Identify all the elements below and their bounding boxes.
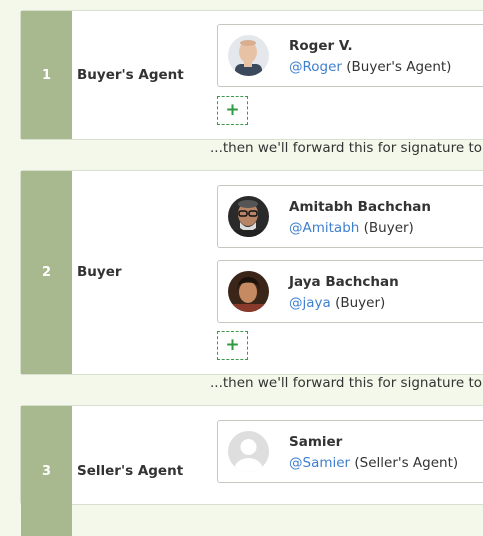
signer-avatar [228,271,269,312]
signer-handle-link[interactable]: @jaya [289,295,331,311]
signing-step-2: 2 Buyer Amitabh Bachchan @Amitabh (Buyer… [20,170,483,375]
signer-avatar [228,196,269,237]
signer-role: (Buyer) [359,220,414,236]
default-user-icon [228,431,269,472]
signer-handle-line: @Samier (Seller's Agent) [289,455,458,471]
forward-note: ...then we'll forward this for signature… [210,140,483,156]
signer-role: (Buyer) [330,295,386,311]
signing-step-3: 3 Seller's Agent Samier @Samier (Seller'… [20,405,483,536]
signer-name: Samier [289,434,343,450]
step-role-label: Seller's Agent [77,463,184,479]
signer-handle-link[interactable]: @Amitabh [289,220,359,236]
add-signer-button[interactable]: + [217,331,248,360]
signer-handle-line: @jaya (Buyer) [289,295,385,311]
signer-card-jaya[interactable]: Jaya Bachchan @jaya (Buyer) [217,260,483,323]
signer-role: (Seller's Agent) [350,455,459,471]
add-signer-button[interactable]: + [217,96,248,125]
signer-card-amitabh[interactable]: Amitabh Bachchan @Amitabh (Buyer) [217,185,483,248]
signer-avatar [228,35,269,76]
step-number: 2 [21,171,72,374]
step-number: 1 [21,11,72,139]
step-number: 3 [21,406,72,536]
signer-handle-line: @Amitabh (Buyer) [289,220,414,236]
step-role-label: Buyer's Agent [77,67,184,83]
signer-handle-line: @Roger (Buyer's Agent) [289,59,451,75]
forward-note: ...then we'll forward this for signature… [210,375,483,391]
signer-role: (Buyer's Agent) [341,59,452,75]
signer-name: Roger V. [289,38,353,54]
signer-name: Jaya Bachchan [289,274,399,290]
step-role-label: Buyer [77,264,122,280]
signer-name: Amitabh Bachchan [289,199,432,215]
signer-handle-link[interactable]: @Roger [289,59,342,75]
signer-card-samier[interactable]: Samier @Samier (Seller's Agent) [217,420,483,483]
signing-step-1: 1 Buyer's Agent Roger V. @Roger (Buyer's… [20,10,483,140]
signer-handle-link[interactable]: @Samier [289,455,350,471]
signer-card-roger[interactable]: Roger V. @Roger (Buyer's Agent) [217,24,483,87]
